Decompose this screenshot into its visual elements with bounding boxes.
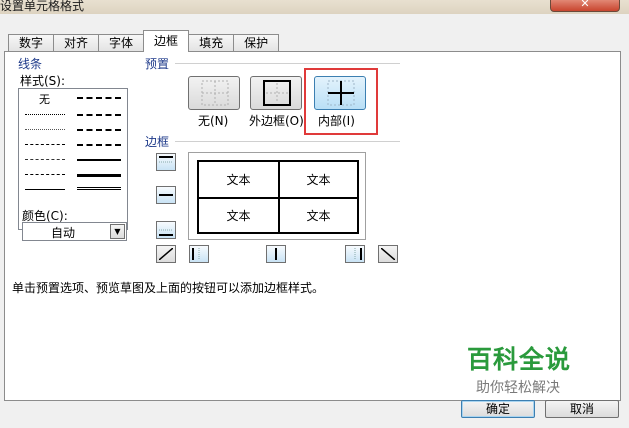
border-right-button[interactable]	[345, 245, 365, 263]
line-group-title: 线条	[18, 57, 43, 71]
border-right-icon	[354, 248, 362, 260]
preset-none-label: 无(N)	[198, 114, 229, 128]
tab-alignment[interactable]: 对齐	[53, 34, 100, 52]
line-style-option[interactable]	[25, 129, 65, 130]
preview-cell: 文本	[226, 173, 251, 187]
tab-border[interactable]: 边框	[143, 30, 190, 52]
border-top-icon	[159, 156, 173, 163]
line-style-none[interactable]: 无	[39, 91, 50, 107]
divider	[175, 63, 400, 64]
border-preview[interactable]: 文本 文本 文本 文本	[188, 152, 366, 240]
selection-highlight	[304, 68, 378, 135]
line-style-option[interactable]	[77, 114, 121, 116]
border-vertical-icon	[275, 248, 277, 260]
line-style-option[interactable]	[25, 114, 65, 115]
tab-fill[interactable]: 填充	[188, 34, 235, 52]
line-style-option[interactable]	[77, 174, 121, 177]
tab-number[interactable]: 数字	[8, 34, 55, 52]
line-style-option[interactable]	[77, 129, 121, 131]
divider	[175, 141, 400, 142]
preview-cell: 文本	[199, 197, 278, 232]
close-button[interactable]: ✕	[550, 0, 620, 12]
color-dropdown[interactable]: 自动 ▼	[22, 222, 127, 241]
line-style-option[interactable]	[25, 189, 65, 190]
border-top-button[interactable]	[156, 153, 176, 171]
preset-none-button[interactable]	[188, 76, 240, 110]
diagonal-down-icon	[381, 248, 395, 260]
border-group-title: 边框	[145, 135, 170, 149]
preview-cell: 文本	[278, 162, 357, 197]
hint-text: 单击预置选项、预览草图及上面的按钮可以添加边框样式。	[12, 281, 325, 295]
border-left-icon	[192, 248, 200, 260]
line-style-option[interactable]	[77, 97, 121, 99]
preset-outline-button[interactable]	[250, 76, 302, 110]
watermark-subtitle: 助你轻松解决	[476, 380, 560, 396]
title-bar: 设置单元格格式 ✕	[0, 0, 629, 14]
border-left-button[interactable]	[189, 245, 209, 263]
preset-group-title: 预置	[145, 57, 170, 71]
ok-button[interactable]: 确定	[461, 400, 535, 418]
diagonal-up-icon	[159, 248, 173, 260]
border-center-button[interactable]	[266, 245, 286, 263]
cancel-button[interactable]: 取消	[545, 400, 619, 418]
close-icon: ✕	[580, 0, 590, 10]
line-style-option[interactable]	[77, 159, 121, 161]
outline-border-icon	[263, 80, 291, 106]
line-style-option[interactable]	[25, 159, 65, 160]
tab-protection[interactable]: 保护	[233, 34, 280, 52]
tab-bar: 数字 对齐 字体 边框 填充 保护	[8, 30, 280, 52]
color-value: 自动	[51, 226, 76, 240]
line-style-option[interactable]	[25, 144, 65, 145]
style-label: 样式(S):	[20, 74, 66, 88]
line-style-option[interactable]	[77, 144, 121, 146]
border-bottom-icon	[159, 229, 173, 236]
border-horizontal-icon	[159, 194, 173, 196]
preview-grid[interactable]: 文本 文本 文本 文本	[197, 160, 359, 234]
window-title: 设置单元格格式	[0, 0, 85, 13]
preset-outline-label: 外边框(O)	[249, 114, 304, 128]
border-diagonal-down-button[interactable]	[378, 245, 398, 263]
border-middle-button[interactable]	[156, 186, 176, 204]
no-border-icon	[201, 80, 229, 106]
chevron-down-icon[interactable]: ▼	[110, 224, 125, 239]
watermark-title: 百科全说	[467, 345, 572, 374]
preview-cell: 文本	[278, 197, 357, 232]
line-style-option[interactable]	[25, 174, 65, 175]
line-style-option[interactable]	[77, 187, 121, 191]
border-bottom-button[interactable]	[156, 221, 176, 239]
tab-font[interactable]: 字体	[98, 34, 145, 52]
border-diagonal-up-button[interactable]	[156, 245, 176, 263]
